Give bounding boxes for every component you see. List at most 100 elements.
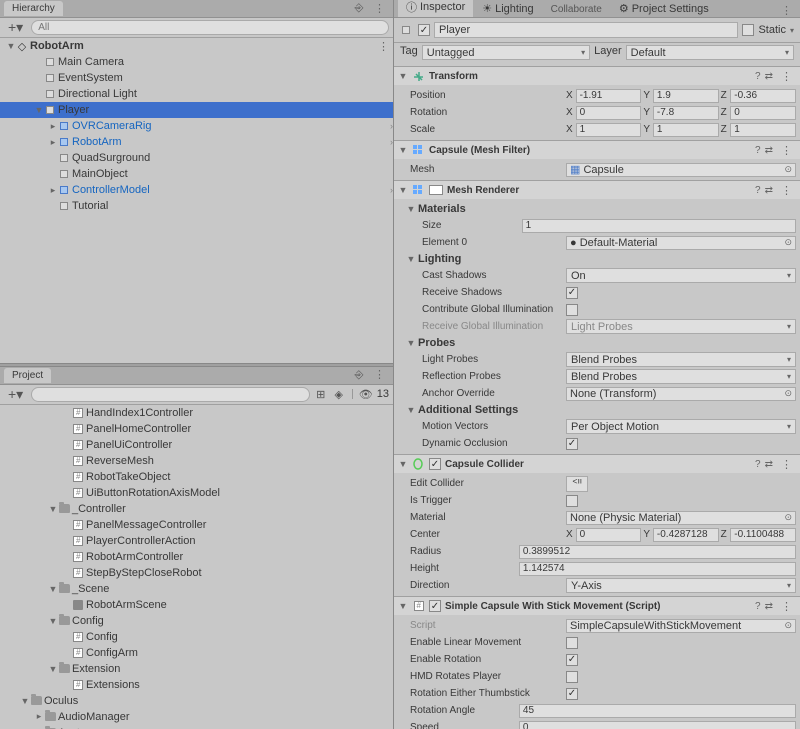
hierarchy-item[interactable]: ▸RobotArm› — [0, 134, 393, 150]
component-menu[interactable]: ⋮ — [777, 144, 796, 157]
hierarchy-item[interactable]: ▸ControllerModel› — [0, 182, 393, 198]
hierarchy-item[interactable]: ▼Player — [0, 102, 393, 118]
hierarchy-menu[interactable]: ⋮ — [370, 2, 389, 16]
edit-collider-button[interactable]: ᑉᑊᑊ — [566, 476, 588, 492]
hierarchy-item[interactable]: Directional Light — [0, 86, 393, 102]
physic-material-field[interactable]: None (Physic Material) — [566, 511, 796, 525]
tab-lighting[interactable]: ☀Lighting — [474, 0, 541, 17]
project-item[interactable]: Extensions — [0, 677, 393, 693]
script-header[interactable]: ▼ Simple Capsule With Stick Movement (Sc… — [394, 597, 800, 615]
layer-dropdown[interactable]: Default — [626, 45, 794, 60]
tab-project-settings[interactable]: ⚙Project Settings — [611, 0, 717, 17]
project-item[interactable]: StepByStepCloseRobot — [0, 565, 393, 581]
hierarchy-add-button[interactable]: +▾ — [4, 19, 27, 36]
project-item[interactable]: ▼_Scene — [0, 581, 393, 597]
project-item[interactable]: ConfigArm — [0, 645, 393, 661]
help-icon[interactable]: ? — [755, 71, 761, 82]
project-item[interactable]: HandIndex1Controller — [0, 405, 393, 421]
project-item[interactable]: UiButtonRotationAxisModel — [0, 485, 393, 501]
project-item[interactable]: PanelMessageController — [0, 517, 393, 533]
hierarchy-item[interactable]: EventSystem — [0, 70, 393, 86]
rot-angle-input[interactable] — [519, 704, 796, 718]
position-x[interactable] — [576, 89, 642, 103]
rotation-z[interactable] — [730, 106, 796, 120]
help-icon[interactable]: ? — [755, 601, 761, 612]
anchor-field[interactable]: None (Transform) — [566, 387, 796, 401]
height-input[interactable] — [519, 562, 796, 576]
rotation-x[interactable] — [576, 106, 642, 120]
project-lock-icon[interactable]: ⎆ — [352, 368, 366, 382]
light-probes-dropdown[interactable]: Blend Probes — [566, 352, 796, 367]
project-item[interactable]: ▼Config — [0, 613, 393, 629]
project-item[interactable]: PanelHomeController — [0, 421, 393, 437]
favorites-icon[interactable]: ◈ — [332, 387, 346, 401]
tab-inspector[interactable]: ⓘInspector — [398, 0, 473, 17]
project-item[interactable]: ▼_Controller — [0, 501, 393, 517]
project-item[interactable]: ReverseMesh — [0, 453, 393, 469]
project-item[interactable]: RobotArmController — [0, 549, 393, 565]
transform-header[interactable]: ▼ Transform ? ⇄ ⋮ — [394, 67, 800, 85]
tag-dropdown[interactable]: Untagged — [422, 45, 590, 60]
project-item[interactable]: ▼Oculus — [0, 693, 393, 709]
material-color[interactable] — [429, 185, 443, 195]
component-menu[interactable]: ⋮ — [777, 184, 796, 197]
element0-field[interactable]: ● Default-Material — [566, 236, 796, 250]
project-item[interactable]: ▼Extension — [0, 661, 393, 677]
direction-dropdown[interactable]: Y-Axis — [566, 578, 796, 593]
scale-z[interactable] — [730, 123, 796, 137]
hmd-checkbox[interactable] — [566, 671, 578, 683]
position-y[interactable] — [653, 89, 719, 103]
filter-icon[interactable]: ⊞ — [314, 387, 328, 401]
component-menu[interactable]: ⋮ — [777, 458, 796, 471]
enable-linear-checkbox[interactable] — [566, 637, 578, 649]
hierarchy-lock-icon[interactable]: ⎆ — [352, 2, 366, 16]
hierarchy-tab[interactable]: Hierarchy — [4, 1, 63, 16]
project-item[interactable]: RobotTakeObject — [0, 469, 393, 485]
project-item[interactable]: ▸AudioManager — [0, 709, 393, 725]
center-z[interactable] — [730, 528, 796, 542]
motion-dropdown[interactable]: Per Object Motion — [566, 419, 796, 434]
tab-collaborate[interactable]: Collaborate — [543, 2, 610, 17]
materials-size[interactable] — [522, 219, 796, 233]
meshfilter-header[interactable]: ▼ Capsule (Mesh Filter) ? ⇄ ⋮ — [394, 141, 800, 159]
component-menu[interactable]: ⋮ — [777, 70, 796, 83]
capsule-collider-header[interactable]: ▼ Capsule Collider ? ⇄ ⋮ — [394, 455, 800, 473]
script-enabled-checkbox[interactable] — [429, 600, 441, 612]
enable-rotation-checkbox[interactable] — [566, 654, 578, 666]
position-z[interactable] — [730, 89, 796, 103]
receive-shadows-checkbox[interactable] — [566, 287, 578, 299]
static-checkbox[interactable] — [742, 24, 754, 36]
trigger-checkbox[interactable] — [566, 495, 578, 507]
scale-y[interactable] — [653, 123, 719, 137]
meshrenderer-header[interactable]: ▼ Mesh Renderer ? ⇄ ⋮ — [394, 181, 800, 199]
contribute-gi-checkbox[interactable] — [566, 304, 578, 316]
project-item[interactable]: ▸Avatar — [0, 725, 393, 729]
center-y[interactable] — [653, 528, 719, 542]
scene-menu[interactable]: ⋮ — [374, 40, 393, 53]
hierarchy-item[interactable]: ▸OVRCameraRig› — [0, 118, 393, 134]
project-tab[interactable]: Project — [4, 368, 51, 383]
preset-icon[interactable]: ⇄ — [765, 185, 773, 196]
cast-shadows-dropdown[interactable]: On — [566, 268, 796, 283]
help-icon[interactable]: ? — [755, 185, 761, 196]
scene-root[interactable]: ▼ ◇ RobotArm ⋮ — [0, 38, 393, 54]
hierarchy-search-input[interactable] — [31, 20, 389, 35]
project-item[interactable]: PlayerControllerAction — [0, 533, 393, 549]
speed-input[interactable] — [519, 721, 796, 729]
project-item[interactable]: PanelUiController — [0, 437, 393, 453]
project-add-button[interactable]: +▾ — [4, 386, 27, 403]
project-item[interactable]: RobotArmScene — [0, 597, 393, 613]
rotation-y[interactable] — [653, 106, 719, 120]
help-icon[interactable]: ? — [755, 459, 761, 470]
project-item[interactable]: Config — [0, 629, 393, 645]
radius-input[interactable] — [519, 545, 796, 559]
inspector-menu[interactable]: ⋮ — [777, 4, 796, 17]
fold-icon[interactable]: ▼ — [6, 41, 16, 51]
object-name-input[interactable] — [434, 22, 738, 38]
mesh-field[interactable]: ▦ Capsule — [566, 163, 796, 177]
static-dropdown[interactable]: ▾ — [790, 26, 794, 35]
help-icon[interactable]: ? — [755, 145, 761, 156]
project-menu[interactable]: ⋮ — [370, 368, 389, 382]
center-x[interactable] — [576, 528, 642, 542]
component-menu[interactable]: ⋮ — [777, 600, 796, 613]
